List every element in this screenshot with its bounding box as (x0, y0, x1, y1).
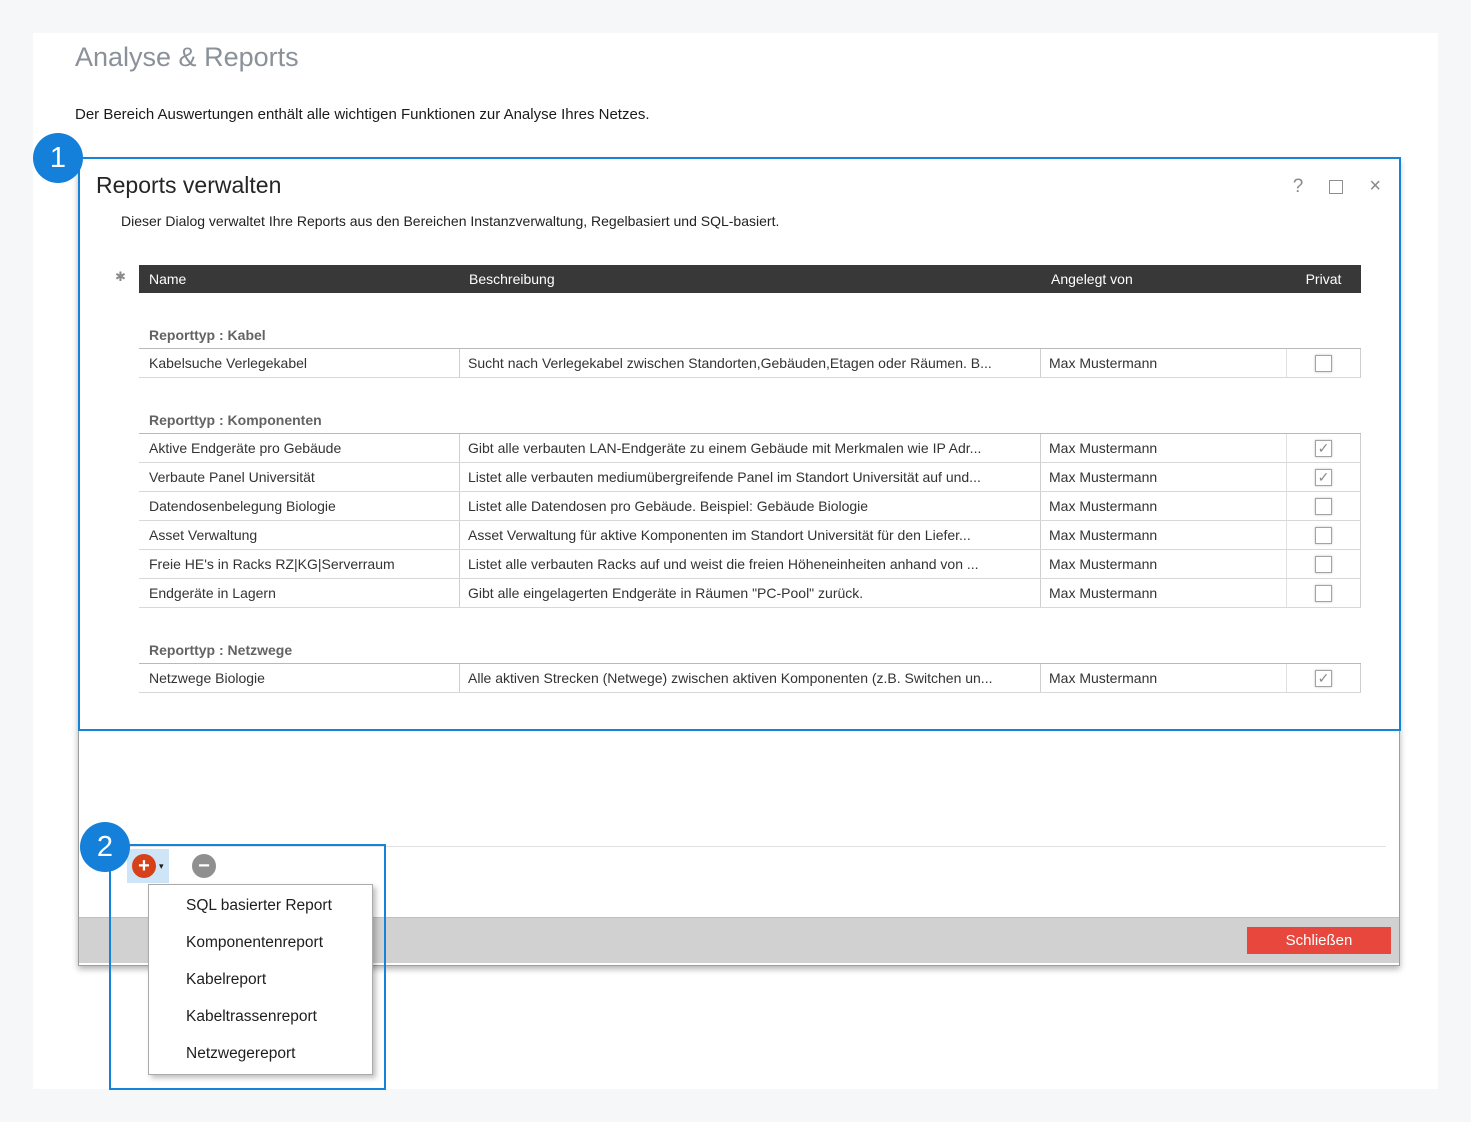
report-description-cell: Asset Verwaltung für aktive Komponenten … (459, 521, 1041, 549)
report-name-cell: Verbaute Panel Universität (139, 463, 459, 491)
private-checkbox[interactable] (1315, 527, 1332, 544)
table-row[interactable]: Endgeräte in Lagern Gibt alle eingelager… (139, 579, 1361, 608)
private-checkbox[interactable] (1315, 585, 1332, 602)
toolbar-separator (96, 846, 1386, 847)
column-chooser-icon[interactable]: ✱ (115, 269, 126, 285)
crud-toolbar: + ▾ − (127, 849, 216, 883)
maximize-icon[interactable] (1329, 180, 1343, 194)
dialog-title: Reports verwalten (96, 172, 281, 199)
report-created-by-cell: Max Mustermann (1041, 492, 1286, 520)
private-checkbox[interactable]: ✓ (1315, 469, 1332, 486)
private-checkbox[interactable]: ✓ (1315, 440, 1332, 457)
dialog-titlebar: ? × (1293, 175, 1381, 198)
add-icon[interactable]: + (132, 854, 156, 878)
report-created-by-cell: Max Mustermann (1041, 434, 1286, 462)
column-header-angelegt-von[interactable]: Angelegt von (1041, 271, 1286, 287)
table-row[interactable]: Aktive Endgeräte pro Gebäude Gibt alle v… (139, 434, 1361, 463)
callout-badge-1: 1 (33, 133, 83, 183)
add-report-split-button[interactable]: + ▾ (127, 849, 169, 883)
report-description-cell: Listet alle verbauten mediumübergreifend… (459, 463, 1041, 491)
table-row[interactable]: Netzwege Biologie Alle aktiven Strecken … (139, 664, 1361, 693)
menu-item-kabeltrassenreport[interactable]: Kabeltrassenreport (149, 998, 372, 1035)
report-name-cell: Aktive Endgeräte pro Gebäude (139, 434, 459, 462)
group-header: Reporttyp : Netzwege (139, 608, 1361, 664)
report-created-by-cell: Max Mustermann (1041, 463, 1286, 491)
report-created-by-cell: Max Mustermann (1041, 579, 1286, 607)
report-created-by-cell: Max Mustermann (1041, 550, 1286, 578)
group-label: Reporttyp : Komponenten (149, 412, 322, 428)
group-label: Reporttyp : Netzwege (149, 642, 292, 658)
report-description-cell: Listet alle verbauten Racks auf und weis… (459, 550, 1041, 578)
menu-item-kabelreport[interactable]: Kabelreport (149, 961, 372, 998)
report-name-cell: Netzwege Biologie (139, 664, 459, 692)
private-checkbox[interactable]: ✓ (1315, 670, 1332, 687)
table-row[interactable]: Verbaute Panel Universität Listet alle v… (139, 463, 1361, 492)
reports-dialog: Reports verwalten ? × Dieser Dialog verw… (78, 158, 1400, 966)
column-header-beschreibung[interactable]: Beschreibung (459, 271, 1041, 287)
menu-item-sql-basierter-report[interactable]: SQL basierter Report (149, 887, 372, 924)
report-description-cell: Listet alle Datendosen pro Gebäude. Beis… (459, 492, 1041, 520)
report-created-by-cell: Max Mustermann (1041, 521, 1286, 549)
private-checkbox[interactable] (1315, 556, 1332, 573)
report-name-cell: Endgeräte in Lagern (139, 579, 459, 607)
close-icon[interactable]: × (1369, 175, 1381, 198)
report-name-cell: Datendosenbelegung Biologie (139, 492, 459, 520)
report-created-by-cell: Max Mustermann (1041, 664, 1286, 692)
menu-item-netzwegereport[interactable]: Netzwegereport (149, 1035, 372, 1072)
group-header: Reporttyp : Kabel (139, 293, 1361, 349)
close-dialog-button[interactable]: Schließen (1247, 927, 1391, 954)
report-description-cell: Alle aktiven Strecken (Netwege) zwischen… (459, 664, 1041, 692)
callout-badge-2: 2 (80, 822, 130, 872)
report-description-cell: Gibt alle eingelagerten Endgeräte in Räu… (459, 579, 1041, 607)
dialog-subtitle: Dieser Dialog verwaltet Ihre Reports aus… (121, 213, 779, 229)
column-header-name[interactable]: Name (139, 271, 459, 287)
report-description-cell: Sucht nach Verlegekabel zwischen Standor… (459, 349, 1041, 377)
report-name-cell: Kabelsuche Verlegekabel (139, 349, 459, 377)
chevron-down-icon[interactable]: ▾ (159, 861, 164, 872)
add-report-dropdown-menu: SQL basierter Report Komponentenreport K… (148, 884, 373, 1075)
group-label: Reporttyp : Kabel (149, 327, 266, 343)
menu-item-komponentenreport[interactable]: Komponentenreport (149, 924, 372, 961)
report-description-cell: Gibt alle verbauten LAN-Endgeräte zu ein… (459, 434, 1041, 462)
report-created-by-cell: Max Mustermann (1041, 349, 1286, 377)
reports-table: Name Beschreibung Angelegt von Privat Re… (139, 265, 1361, 693)
page-intro: Der Bereich Auswertungen enthält alle wi… (75, 106, 649, 123)
table-header-row: Name Beschreibung Angelegt von Privat (139, 265, 1361, 293)
column-header-privat[interactable]: Privat (1286, 271, 1361, 287)
report-name-cell: Freie HE's in Racks RZ|KG|Serverraum (139, 550, 459, 578)
group-header: Reporttyp : Komponenten (139, 378, 1361, 434)
remove-icon: − (198, 856, 210, 876)
private-checkbox[interactable] (1315, 355, 1332, 372)
table-row[interactable]: Asset Verwaltung Asset Verwaltung für ak… (139, 521, 1361, 550)
table-row[interactable]: Kabelsuche Verlegekabel Sucht nach Verle… (139, 349, 1361, 378)
report-name-cell: Asset Verwaltung (139, 521, 459, 549)
remove-report-button[interactable]: − (192, 854, 216, 878)
page-title: Analyse & Reports (75, 42, 299, 73)
table-row[interactable]: Freie HE's in Racks RZ|KG|Serverraum Lis… (139, 550, 1361, 579)
table-body: Reporttyp : Kabel Kabelsuche Verlegekabe… (139, 293, 1361, 693)
private-checkbox[interactable] (1315, 498, 1332, 515)
table-row[interactable]: Datendosenbelegung Biologie Listet alle … (139, 492, 1361, 521)
help-icon[interactable]: ? (1293, 176, 1304, 198)
